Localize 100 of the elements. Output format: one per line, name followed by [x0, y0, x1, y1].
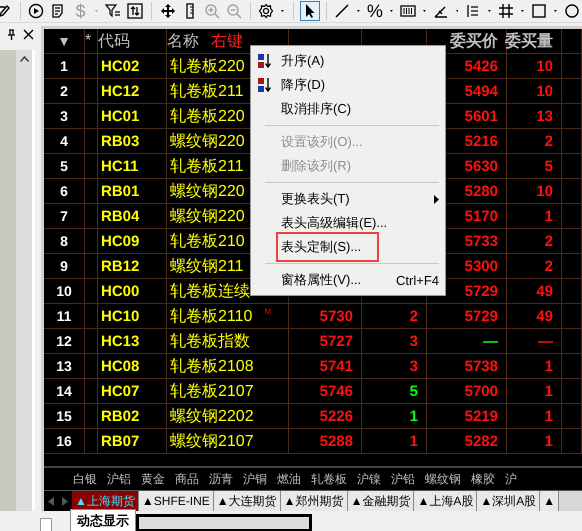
- category-link[interactable]: 燃油: [272, 470, 306, 488]
- menu-item[interactable]: 升序(A): [251, 49, 445, 73]
- column-header[interactable]: 名称: [167, 30, 199, 52]
- row-number: 8: [60, 233, 68, 249]
- category-link[interactable]: 沪铅: [386, 470, 420, 488]
- menu-item[interactable]: 窗格属性(V)... Ctrl+F4: [251, 268, 445, 292]
- table-cell: 2: [410, 308, 418, 324]
- caret-icon[interactable]: [422, 9, 426, 13]
- row-number: 4: [60, 133, 68, 149]
- row-number: 9: [60, 258, 68, 274]
- caret-icon[interactable]: [488, 9, 492, 13]
- caret-icon[interactable]: [390, 9, 393, 13]
- table-cell-text: 螺纹钢2202: [170, 406, 254, 426]
- market-tab[interactable]: ▲金融期货: [348, 491, 414, 511]
- row-number: 1: [60, 58, 68, 74]
- row-number: 5: [60, 158, 68, 174]
- table-cell: 2: [544, 258, 553, 274]
- table-cell: 1: [544, 432, 553, 450]
- category-link[interactable]: 黄金: [136, 470, 170, 488]
- menu-item[interactable]: 降序(D): [251, 73, 445, 97]
- category-link[interactable]: 沪铝: [102, 470, 136, 488]
- table-cell: 5: [410, 382, 418, 400]
- table-cell: 49: [536, 308, 553, 324]
- market-tab[interactable]: ▲大连期货: [214, 491, 281, 511]
- table-cell: 49: [536, 282, 553, 300]
- caret-icon[interactable]: [357, 9, 360, 13]
- hint-text: 右键: [211, 32, 243, 52]
- scroll-left-icon[interactable]: [44, 491, 58, 511]
- sort-icon: [257, 53, 273, 69]
- market-tab[interactable]: ▲SHFE-INE: [138, 491, 214, 511]
- scrollbar[interactable]: [16, 50, 32, 511]
- table-cell: 1: [410, 408, 418, 424]
- table-cell: HC01: [101, 108, 140, 124]
- tool-button[interactable]: %: [364, 1, 385, 21]
- caret-icon[interactable]: [554, 9, 557, 13]
- column-header: *: [85, 32, 92, 50]
- row-number: 2: [60, 83, 68, 99]
- table-cell-text: 轧卷板220: [170, 106, 245, 126]
- table-cell: 1: [544, 382, 553, 400]
- cursor-icon[interactable]: [300, 1, 320, 21]
- column-header: 委买量: [505, 31, 553, 52]
- menu-item[interactable]: 表头高级编辑(E)...: [251, 211, 445, 235]
- sort-icon[interactable]: [125, 1, 146, 21]
- table-cell-text: 轧卷板指数: [170, 332, 250, 352]
- mark-text: M: [264, 307, 272, 316]
- table-cell: 5741: [320, 358, 353, 374]
- scroll-button[interactable]: [40, 518, 52, 531]
- table-cell: 1: [544, 358, 553, 374]
- row-number: 10: [56, 283, 72, 299]
- caret-icon[interactable]: [521, 9, 524, 13]
- caret-icon[interactable]: [281, 9, 284, 13]
- table-cell: —: [483, 332, 498, 350]
- pin-icon[interactable]: [6, 28, 17, 40]
- market-tab[interactable]: ▲郑州期货: [280, 491, 348, 511]
- table-cell-text: 轧卷板210: [170, 232, 245, 252]
- table-cell: HC02: [101, 58, 140, 74]
- market-tab[interactable]: ▲上海A股: [414, 491, 478, 511]
- table-cell-text: 轧卷板连续: [170, 282, 250, 302]
- menu-item[interactable]: 更换表头(T): [251, 187, 445, 211]
- market-tab[interactable]: ▲深圳A股: [477, 491, 540, 511]
- table-cell: 5700: [464, 382, 498, 400]
- category-link[interactable]: 橡胶: [466, 470, 500, 488]
- category-link[interactable]: 商品: [170, 470, 204, 488]
- table-cell: 10: [536, 82, 553, 100]
- category-link[interactable]: 螺纹钢: [420, 470, 466, 488]
- category-link[interactable]: 轧卷板: [306, 470, 352, 488]
- close-icon[interactable]: [23, 28, 34, 40]
- row-number: 7: [60, 208, 68, 224]
- scroll-up-icon[interactable]: [20, 56, 28, 62]
- table-cell: RB04: [101, 208, 140, 224]
- table-cell: 1: [544, 208, 553, 224]
- market-tab[interactable]: ▲: [540, 491, 560, 511]
- table-cell: 5226: [320, 408, 353, 424]
- caret-icon[interactable]: [456, 9, 458, 13]
- panel-tab[interactable]: 动态显示: [70, 509, 136, 531]
- row-number: 12: [56, 333, 72, 349]
- category-link[interactable]: 沪: [500, 470, 522, 488]
- category-link[interactable]: 沥青: [204, 470, 238, 488]
- category-link[interactable]: 白银: [68, 470, 102, 488]
- market-tab[interactable]: ▲上海期货: [72, 491, 139, 511]
- table-cell: 13: [536, 108, 553, 124]
- row-number: 13: [56, 358, 72, 374]
- category-link[interactable]: 沪铜: [238, 470, 272, 488]
- table-cell: 5288: [320, 432, 353, 450]
- table-cell: 5727: [320, 332, 353, 350]
- table-cell-text: 轧卷板2108: [170, 356, 254, 376]
- table-cell-text: 轧卷板2107: [170, 382, 254, 402]
- sort-caret[interactable]: ▼: [57, 33, 71, 49]
- table-cell: 5216: [464, 132, 498, 150]
- category-link[interactable]: 沪镍: [352, 470, 386, 488]
- table-cell: 10: [536, 58, 553, 74]
- table-cell: 5282: [464, 432, 498, 450]
- row-number: 3: [60, 108, 68, 124]
- table-cell: 5630: [464, 158, 498, 174]
- table-cell-text: 螺纹钢2107: [170, 432, 254, 452]
- scroll-right-icon[interactable]: [58, 491, 72, 511]
- table-cell: 1: [544, 408, 553, 424]
- table-cell: HC08: [101, 358, 140, 374]
- column-header: 代码: [98, 32, 130, 52]
- menu-item[interactable]: 取消排序(C): [251, 97, 445, 121]
